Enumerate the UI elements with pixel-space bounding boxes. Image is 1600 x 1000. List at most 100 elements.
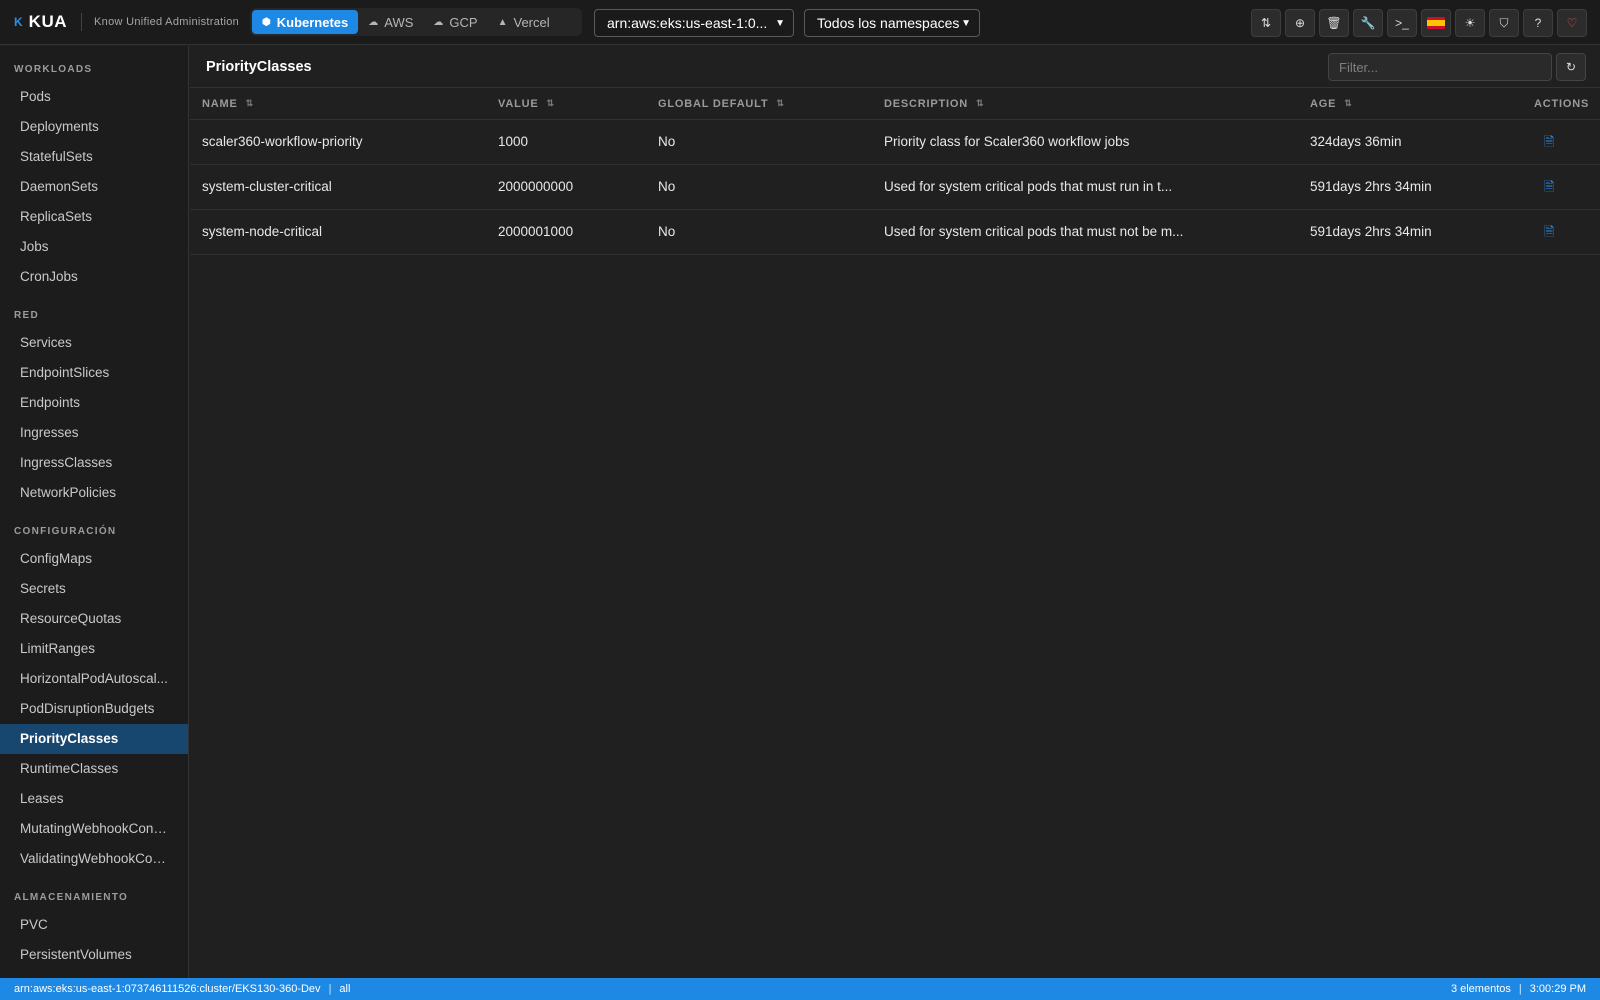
namespace-select-value: Todos los namespaces (817, 15, 960, 31)
sidebar-item-pvc[interactable]: PVC (0, 910, 188, 940)
refresh-button[interactable]: ↻ (1556, 53, 1586, 81)
tab-gcp[interactable]: ☁ GCP (423, 10, 487, 34)
cluster-select[interactable]: arn:aws:eks:us-east-1:0... ▼ (594, 9, 794, 37)
column-header-global-default[interactable]: GLOBAL DEFAULT ⇅ (658, 98, 784, 110)
terminal-icon: >_ (1395, 16, 1409, 30)
logo-mark: K (14, 15, 23, 29)
cell-description: Used for system critical pods that must … (884, 179, 1173, 194)
sidebar-item-deployments[interactable]: Deployments (0, 112, 188, 142)
delete-button[interactable]: 🗑 (1319, 9, 1349, 37)
security-button[interactable]: ⛉ (1489, 9, 1519, 37)
sidebar-item-limitranges[interactable]: LimitRanges (0, 634, 188, 664)
sidebar-item-leases[interactable]: Leases (0, 784, 188, 814)
column-label: AGE (1310, 97, 1337, 110)
cluster-select-value: arn:aws:eks:us-east-1:0... (607, 15, 768, 31)
favorite-button[interactable]: ♡ (1557, 9, 1587, 37)
cell-actions: 🗎 (1544, 165, 1554, 209)
sidebar-item-statefulsets[interactable]: StatefulSets (0, 142, 188, 172)
cell-name: system-cluster-critical (202, 179, 332, 194)
tab-vercel[interactable]: ▲ Vercel (488, 10, 560, 34)
cell-age: 591days 2hrs 34min (1310, 179, 1432, 194)
column-header-description[interactable]: DESCRIPTION ⇅ (884, 98, 984, 110)
sidebar-item-networkpolicies[interactable]: NetworkPolicies (0, 478, 188, 508)
sidebar-item-configmaps[interactable]: ConfigMaps (0, 544, 188, 574)
sort-icon: ⇅ (245, 98, 254, 108)
tab-label: AWS (384, 14, 414, 30)
page-title: PriorityClasses (206, 58, 312, 75)
cube-icon: ⬢ (262, 16, 271, 28)
sidebar: WORKLOADS Pods Deployments StatefulSets … (0, 46, 189, 978)
status-time: 3:00:29 PM (1529, 983, 1586, 995)
help-button[interactable]: ? (1523, 9, 1553, 37)
cell-name: scaler360-workflow-priority (202, 134, 363, 149)
cell-actions: 🗎 (1544, 210, 1554, 254)
spain-flag-icon (1427, 17, 1445, 29)
sidebar-item-priorityclasses[interactable]: PriorityClasses (0, 724, 188, 754)
sidebar-item-ingressclasses[interactable]: IngressClasses (0, 448, 188, 478)
cell-value: 2000000000 (498, 179, 574, 194)
column-header-age[interactable]: AGE ⇅ (1310, 98, 1352, 110)
tools-button[interactable]: 🔧 (1353, 9, 1383, 37)
section-title-configuracion: CONFIGURACIÓN (14, 526, 117, 537)
table-row[interactable]: system-node-critical 2000001000 No Used … (190, 210, 1600, 255)
chevron-down-icon: ▼ (961, 17, 971, 29)
status-count: 3 elementos (1450, 983, 1511, 995)
table-row[interactable]: scaler360-workflow-priority 1000 No Prio… (190, 120, 1600, 165)
section-title-almacenamiento: ALMACENAMIENTO (14, 892, 129, 903)
sidebar-item-resourcequotas[interactable]: ResourceQuotas (0, 604, 188, 634)
cell-global-default: No (658, 179, 676, 194)
namespace-select[interactable]: Todos los namespaces ▼ (804, 9, 980, 37)
view-yaml-icon[interactable]: 🗎 (1544, 179, 1554, 194)
view-yaml-icon[interactable]: 🗎 (1544, 224, 1554, 239)
tab-kubernetes[interactable]: ⬢ Kubernetes (252, 10, 359, 34)
add-button[interactable]: ⊕ (1285, 9, 1315, 37)
cell-value: 2000001000 (498, 224, 574, 239)
sidebar-item-pods[interactable]: Pods (0, 82, 188, 112)
language-button[interactable] (1421, 9, 1451, 37)
column-label: GLOBAL DEFAULT (658, 97, 769, 110)
triangle-icon: ▲ (497, 16, 508, 28)
sidebar-item-replicasets[interactable]: ReplicaSets (0, 202, 188, 232)
sidebar-item-secrets[interactable]: Secrets (0, 574, 188, 604)
column-label: VALUE (498, 97, 539, 110)
main-content: PriorityClasses ↻ NAME ⇅ VALUE ⇅ GLOBAL … (190, 46, 1600, 978)
sidebar-item-poddisruptionbudgets[interactable]: PodDisruptionBudgets (0, 694, 188, 724)
sidebar-item-ingresses[interactable]: Ingresses (0, 418, 188, 448)
tab-aws[interactable]: ☁ AWS (358, 10, 423, 34)
sort-icon: ⇅ (1344, 98, 1352, 108)
sidebar-item-jobs[interactable]: Jobs (0, 232, 188, 262)
sidebar-item-cronjobs[interactable]: CronJobs (0, 262, 188, 292)
sidebar-item-storageclasses[interactable]: StorageClasses (0, 970, 188, 978)
table-row[interactable]: system-cluster-critical 2000000000 No Us… (190, 165, 1600, 210)
sidebar-item-hpa[interactable]: HorizontalPodAutoscal... (0, 664, 188, 694)
help-icon: ? (1534, 16, 1542, 30)
sidebar-item-persistentvolumes[interactable]: PersistentVolumes (0, 940, 188, 970)
column-header-name[interactable]: NAME ⇅ (202, 98, 253, 110)
app-name: KUA (28, 12, 68, 31)
sidebar-item-validatingwebhooks[interactable]: ValidatingWebhookCon... (0, 844, 188, 874)
sidebar-item-daemonsets[interactable]: DaemonSets (0, 172, 188, 202)
sort-icon: ⇅ (975, 98, 984, 108)
terminal-button[interactable]: >_ (1387, 9, 1417, 37)
cell-actions: 🗎 (1544, 120, 1554, 164)
cell-age: 324days 36min (1310, 134, 1402, 149)
transfer-button[interactable]: ⇅ (1251, 9, 1281, 37)
status-bar: arn:aws:eks:us-east-1:073746111526:clust… (0, 978, 1600, 1000)
plus-circle-icon: ⊕ (1294, 16, 1306, 30)
column-header-value[interactable]: VALUE ⇅ (498, 98, 554, 110)
tab-label: Kubernetes (276, 14, 349, 30)
sidebar-item-services[interactable]: Services (0, 328, 188, 358)
cell-global-default: No (658, 134, 676, 149)
sidebar-item-endpointslices[interactable]: EndpointSlices (0, 358, 188, 388)
content-header: PriorityClasses ↻ (190, 46, 1600, 88)
sidebar-item-mutatingwebhooks[interactable]: MutatingWebhookConfi... (0, 814, 188, 844)
sidebar-item-endpoints[interactable]: Endpoints (0, 388, 188, 418)
theme-button[interactable]: ☀ (1455, 9, 1485, 37)
filter-input[interactable] (1328, 53, 1552, 81)
transfer-icon: ⇅ (1260, 16, 1272, 30)
top-bar: K KUA Know Unified Administration ⬢ Kube… (0, 0, 1600, 45)
view-yaml-icon[interactable]: 🗎 (1544, 134, 1554, 149)
app-logo[interactable]: K KUA (14, 12, 67, 32)
sidebar-item-runtimeclasses[interactable]: RuntimeClasses (0, 754, 188, 784)
cell-age: 591days 2hrs 34min (1310, 224, 1432, 239)
